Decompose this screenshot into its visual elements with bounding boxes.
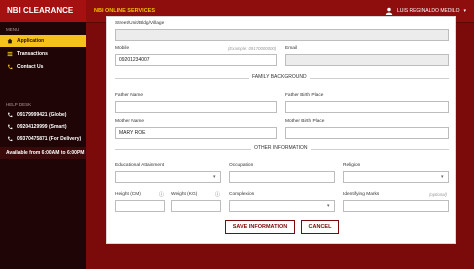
family-background-heading: FAMILY BACKGROUND xyxy=(249,74,310,80)
sidebar: MENU Application Transactions Contact Us… xyxy=(0,22,86,269)
menu-section-label: MENU xyxy=(6,27,20,32)
religion-label: Religion xyxy=(343,163,361,168)
street-field[interactable] xyxy=(115,29,449,41)
father-name-field[interactable] xyxy=(115,101,277,113)
identifying-marks-field[interactable] xyxy=(343,200,449,212)
weight-field[interactable] xyxy=(171,200,221,212)
mother-birthplace-field[interactable] xyxy=(285,127,449,139)
sidebar-item-label: Contact Us xyxy=(17,64,44,70)
occupation-field[interactable] xyxy=(229,171,335,183)
mobile-field[interactable]: 09201234007 xyxy=(115,54,277,66)
phone-icon xyxy=(8,136,13,142)
phone-icon xyxy=(8,112,13,118)
father-name-label: Father Name xyxy=(115,93,143,98)
street-label: Street/Unit/Bldg/Village xyxy=(115,21,165,26)
home-icon xyxy=(7,38,13,44)
other-information-heading: OTHER INFORMATION xyxy=(251,145,311,151)
mother-name-field[interactable]: MARY ROE xyxy=(115,127,277,139)
save-information-button[interactable]: SAVE INFORMATION xyxy=(225,220,295,234)
user-name: LUIS REGINALDO MEDILO xyxy=(396,8,460,14)
availability-note: Available from 6:00AM to 6:00PM xyxy=(0,147,86,159)
father-birthplace-label: Father Birth Place xyxy=(285,93,324,98)
chevron-down-icon: ▾ xyxy=(213,174,216,180)
chevron-down-icon: ▾ xyxy=(463,8,466,14)
help-item-label: 09370475871 (For Delivery) xyxy=(17,136,82,142)
phone-icon xyxy=(8,64,13,70)
email-field[interactable] xyxy=(285,54,449,66)
sidebar-item-label: Application xyxy=(17,38,45,44)
help-smart-number[interactable]: 09204129999 (Smart) xyxy=(0,121,86,133)
brand-logo-text[interactable]: NBI CLEARANCE xyxy=(0,0,86,22)
weight-label: Weight (KG) xyxy=(171,192,198,197)
list-icon xyxy=(7,51,13,57)
chevron-down-icon: ▾ xyxy=(441,174,444,180)
identifying-marks-label: Identifying Marks xyxy=(343,192,380,197)
sidebar-item-application[interactable]: Application xyxy=(0,35,86,47)
cancel-button[interactable]: CANCEL xyxy=(301,220,339,234)
mother-birthplace-label: Mother Birth Place xyxy=(285,119,325,124)
complexion-select[interactable] xyxy=(229,200,335,212)
help-delivery-number[interactable]: 09370475871 (For Delivery) xyxy=(0,133,86,145)
height-label: Height (CM) xyxy=(115,192,141,197)
application-form: Street/Unit/Bldg/Village Mobile (Example… xyxy=(106,16,456,244)
sidebar-item-transactions[interactable]: Transactions xyxy=(0,48,86,60)
height-field[interactable] xyxy=(115,200,165,212)
optional-hint: (optional) xyxy=(429,192,447,197)
help-desk-label: HELP DESK xyxy=(6,102,32,107)
mother-name-label: Mother Name xyxy=(115,119,145,124)
father-birthplace-field[interactable] xyxy=(285,101,449,113)
email-label: Email xyxy=(285,46,297,51)
education-label: Educational Attainment xyxy=(115,163,165,168)
mobile-label: Mobile xyxy=(115,46,130,51)
education-select[interactable] xyxy=(115,171,221,183)
info-icon[interactable]: ⓘ xyxy=(215,191,220,198)
help-item-label: 09179999421 (Globe) xyxy=(17,112,67,118)
help-item-label: 09204129999 (Smart) xyxy=(17,124,67,130)
occupation-label: Occupation xyxy=(229,163,254,168)
sidebar-item-contact-us[interactable]: Contact Us xyxy=(0,61,86,73)
help-globe-number[interactable]: 09179999421 (Globe) xyxy=(0,109,86,121)
mobile-hint: (Example: 09170000000) xyxy=(228,46,277,51)
chevron-down-icon: ▾ xyxy=(327,203,330,209)
complexion-label: Complexion xyxy=(229,192,255,197)
sidebar-item-label: Transactions xyxy=(17,51,48,57)
user-icon xyxy=(385,7,393,15)
religion-select[interactable] xyxy=(343,171,449,183)
info-icon[interactable]: ⓘ xyxy=(159,191,164,198)
phone-icon xyxy=(8,124,13,130)
